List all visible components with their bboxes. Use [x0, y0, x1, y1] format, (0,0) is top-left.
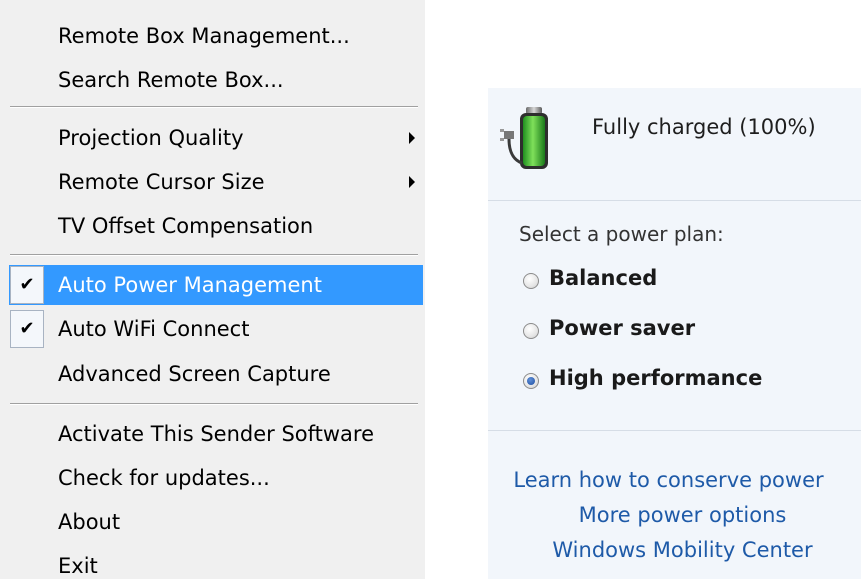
menu-item-activate-sender-software[interactable]: Activate This Sender Software: [9, 414, 423, 454]
submenu-arrow-icon: [409, 132, 415, 144]
submenu-arrow-icon: [409, 176, 415, 188]
power-flyout: Fully charged (100%) Select a power plan…: [488, 88, 861, 579]
radio-button[interactable]: [523, 323, 539, 339]
flyout-separator: [488, 430, 861, 431]
menu-item-label: Advanced Screen Capture: [58, 362, 331, 386]
power-plan-high-performance[interactable]: High performance: [523, 364, 843, 398]
power-plan-power-saver[interactable]: Power saver: [523, 314, 843, 348]
menu-item-exit[interactable]: Exit: [9, 546, 423, 586]
flyout-separator: [488, 200, 861, 201]
menu-item-tv-offset-compensation[interactable]: TV Offset Compensation: [9, 206, 423, 246]
menu-item-label: Auto WiFi Connect: [58, 317, 250, 341]
checkmark-icon: ✔: [10, 266, 44, 304]
menu-item-label: Remote Box Management...: [58, 24, 350, 48]
menu-item-label: Exit: [58, 554, 98, 578]
menu-item-projection-quality[interactable]: Projection Quality: [9, 118, 423, 158]
battery-full-plugged-icon: [498, 103, 562, 173]
battery-status: Fully charged (100%): [592, 115, 816, 139]
power-plan-label: Balanced: [549, 266, 658, 290]
menu-item-search-remote-box[interactable]: Search Remote Box...: [9, 60, 423, 100]
menu-item-auto-power-management[interactable]: ✔ Auto Power Management: [9, 265, 423, 305]
menu-separator: [10, 403, 418, 405]
menu-separator: [10, 254, 418, 256]
menu-item-check-for-updates[interactable]: Check for updates...: [9, 458, 423, 498]
radio-button[interactable]: [523, 273, 539, 289]
menu-item-remote-cursor-size[interactable]: Remote Cursor Size: [9, 162, 423, 202]
menu-item-label: Search Remote Box...: [58, 68, 284, 92]
power-plan-label: Power saver: [549, 316, 696, 340]
menu-item-remote-box-management[interactable]: Remote Box Management...: [9, 16, 423, 56]
menu-item-label: TV Offset Compensation: [58, 214, 314, 238]
checkmark-icon: ✔: [10, 310, 44, 348]
menu-item-label: Check for updates...: [58, 466, 270, 490]
menu-separator: [10, 106, 418, 108]
menu-item-auto-wifi-connect[interactable]: ✔ Auto WiFi Connect: [9, 309, 423, 349]
menu-item-label: Projection Quality: [58, 126, 244, 150]
context-menu: Remote Box Management... Search Remote B…: [0, 0, 425, 579]
link-windows-mobility-center[interactable]: Windows Mobility Center: [496, 538, 861, 562]
menu-item-advanced-screen-capture[interactable]: Advanced Screen Capture: [9, 354, 423, 394]
menu-item-label: Remote Cursor Size: [58, 170, 265, 194]
link-conserve-power[interactable]: Learn how to conserve power: [482, 468, 855, 492]
menu-item-label: Auto Power Management: [58, 273, 322, 297]
menu-item-label: Activate This Sender Software: [58, 422, 375, 446]
link-more-power-options[interactable]: More power options: [496, 503, 861, 527]
power-plan-balanced[interactable]: Balanced: [523, 264, 843, 298]
menu-item-about[interactable]: About: [9, 502, 423, 542]
power-plan-header: Select a power plan:: [519, 222, 724, 246]
power-plan-label: High performance: [549, 366, 763, 390]
radio-button[interactable]: [523, 373, 539, 389]
menu-item-label: About: [58, 510, 121, 534]
